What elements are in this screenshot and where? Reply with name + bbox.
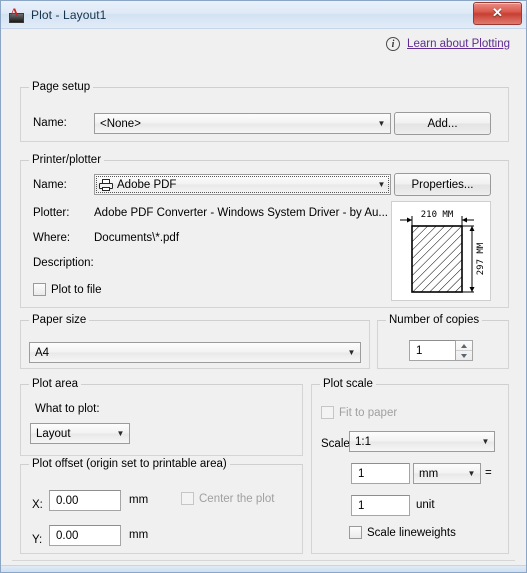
- chevron-down-icon: ▼: [377, 118, 386, 128]
- info-icon: i: [386, 37, 401, 51]
- plotter-label: Plotter:: [33, 207, 70, 219]
- copies-stepper-up[interactable]: [456, 341, 472, 350]
- plot-area-group-label: Plot area: [29, 378, 82, 390]
- page-setup-name-label: Name:: [33, 117, 67, 129]
- scale-numerator-input[interactable]: 1: [351, 463, 410, 484]
- printer-name-combo[interactable]: Adobe PDF ▼: [94, 174, 391, 195]
- printer-name-value: Adobe PDF: [117, 178, 177, 191]
- printer-plotter-group-label: Printer/plotter: [29, 154, 105, 166]
- status-bar: [1, 565, 526, 572]
- chevron-down-icon: ▼: [377, 179, 386, 189]
- autocad-a-icon: A: [9, 6, 25, 23]
- fit-to-paper-label: Fit to paper: [339, 406, 398, 419]
- chevron-down-icon: ▼: [467, 468, 476, 478]
- close-button[interactable]: ✕: [473, 2, 522, 25]
- close-icon: ✕: [492, 5, 503, 20]
- where-label: Where:: [33, 232, 71, 244]
- chevron-down-icon: ▼: [481, 436, 490, 446]
- scale-lineweights-checkbox[interactable]: Scale lineweights: [349, 526, 456, 539]
- what-to-plot-combo[interactable]: Layout ▼: [30, 423, 130, 444]
- scale-unit-value: mm: [419, 467, 439, 480]
- add-page-setup-button[interactable]: Add...: [394, 112, 491, 135]
- plotter-value: Adobe PDF Converter - Windows System Dri…: [94, 207, 388, 219]
- checkbox-box: [321, 406, 334, 419]
- what-to-plot-value: Layout: [36, 427, 71, 440]
- paper-height-label: 297 MM: [476, 242, 486, 275]
- chevron-down-icon: ▼: [116, 428, 125, 438]
- plot-to-file-label: Plot to file: [51, 283, 102, 296]
- footer-divider: [12, 560, 515, 561]
- printer-icon: [99, 178, 113, 191]
- fit-to-paper-checkbox[interactable]: Fit to paper: [321, 406, 397, 419]
- copies-stepper[interactable]: [456, 340, 473, 361]
- page-setup-name-value: <None>: [100, 117, 141, 130]
- scale-combo[interactable]: 1:1 ▼: [349, 431, 495, 452]
- page-setup-group-label: Page setup: [29, 81, 94, 93]
- printer-name-label: Name:: [33, 179, 67, 191]
- plot-offset-y-input[interactable]: 0.00: [49, 525, 121, 546]
- plot-offset-group-label: Plot offset (origin set to printable are…: [29, 458, 230, 470]
- scale-equals-label: =: [485, 467, 492, 479]
- center-the-plot-label: Center the plot: [199, 492, 275, 505]
- paper-preview: 210 MM 297 MM: [391, 201, 491, 301]
- scale-denominator-unit: unit: [416, 499, 435, 511]
- plot-offset-x-unit: mm: [129, 494, 149, 506]
- paper-size-combo[interactable]: A4 ▼: [29, 342, 361, 363]
- title-bar: A Plot - Layout1 ✕: [1, 1, 526, 29]
- plot-area-group: Plot area: [20, 378, 303, 456]
- plot-offset-x-input[interactable]: 0.00: [49, 490, 121, 511]
- plot-offset-y-label: Y:: [32, 534, 43, 546]
- plot-scale-group-label: Plot scale: [320, 378, 376, 390]
- copies-group-label: Number of copies: [386, 314, 483, 326]
- paper-size-group-label: Paper size: [29, 314, 90, 326]
- checkbox-box: [181, 492, 194, 505]
- window-title: Plot - Layout1: [31, 7, 107, 22]
- paper-preview-svg: 210 MM 297 MM: [400, 210, 486, 293]
- plot-offset-y-unit: mm: [129, 529, 149, 541]
- learn-about-plotting-link[interactable]: Learn about Plotting: [407, 38, 510, 50]
- copies-stepper-down[interactable]: [456, 350, 472, 360]
- paper-width-label: 210 MM: [421, 210, 454, 220]
- description-label: Description:: [33, 257, 94, 269]
- center-the-plot-checkbox[interactable]: Center the plot: [181, 492, 274, 505]
- dialog-body: i Learn about Plotting Page setup Name: …: [1, 29, 526, 572]
- scale-lineweights-label: Scale lineweights: [367, 526, 456, 539]
- plot-to-file-checkbox[interactable]: Plot to file: [33, 283, 102, 296]
- plot-offset-x-label: X:: [32, 499, 43, 511]
- chevron-down-icon: ▼: [347, 347, 356, 357]
- printer-properties-button[interactable]: Properties...: [394, 173, 491, 196]
- help-link-row: i Learn about Plotting: [386, 37, 510, 51]
- scale-denominator-input[interactable]: 1: [351, 495, 410, 516]
- page-setup-name-combo[interactable]: <None> ▼: [94, 113, 391, 134]
- copies-input[interactable]: 1: [409, 340, 456, 361]
- scale-value: 1:1: [355, 435, 371, 448]
- caret-up-icon: [461, 343, 467, 348]
- what-to-plot-label: What to plot:: [35, 403, 100, 415]
- where-value: Documents\*.pdf: [94, 232, 180, 244]
- plot-dialog: A Plot - Layout1 ✕ i Learn about Plottin…: [0, 0, 527, 573]
- scale-unit-combo[interactable]: mm ▼: [413, 463, 481, 484]
- checkbox-box: [33, 283, 46, 296]
- paper-size-value: A4: [35, 346, 50, 359]
- caret-down-icon: [461, 353, 467, 358]
- checkbox-box: [349, 526, 362, 539]
